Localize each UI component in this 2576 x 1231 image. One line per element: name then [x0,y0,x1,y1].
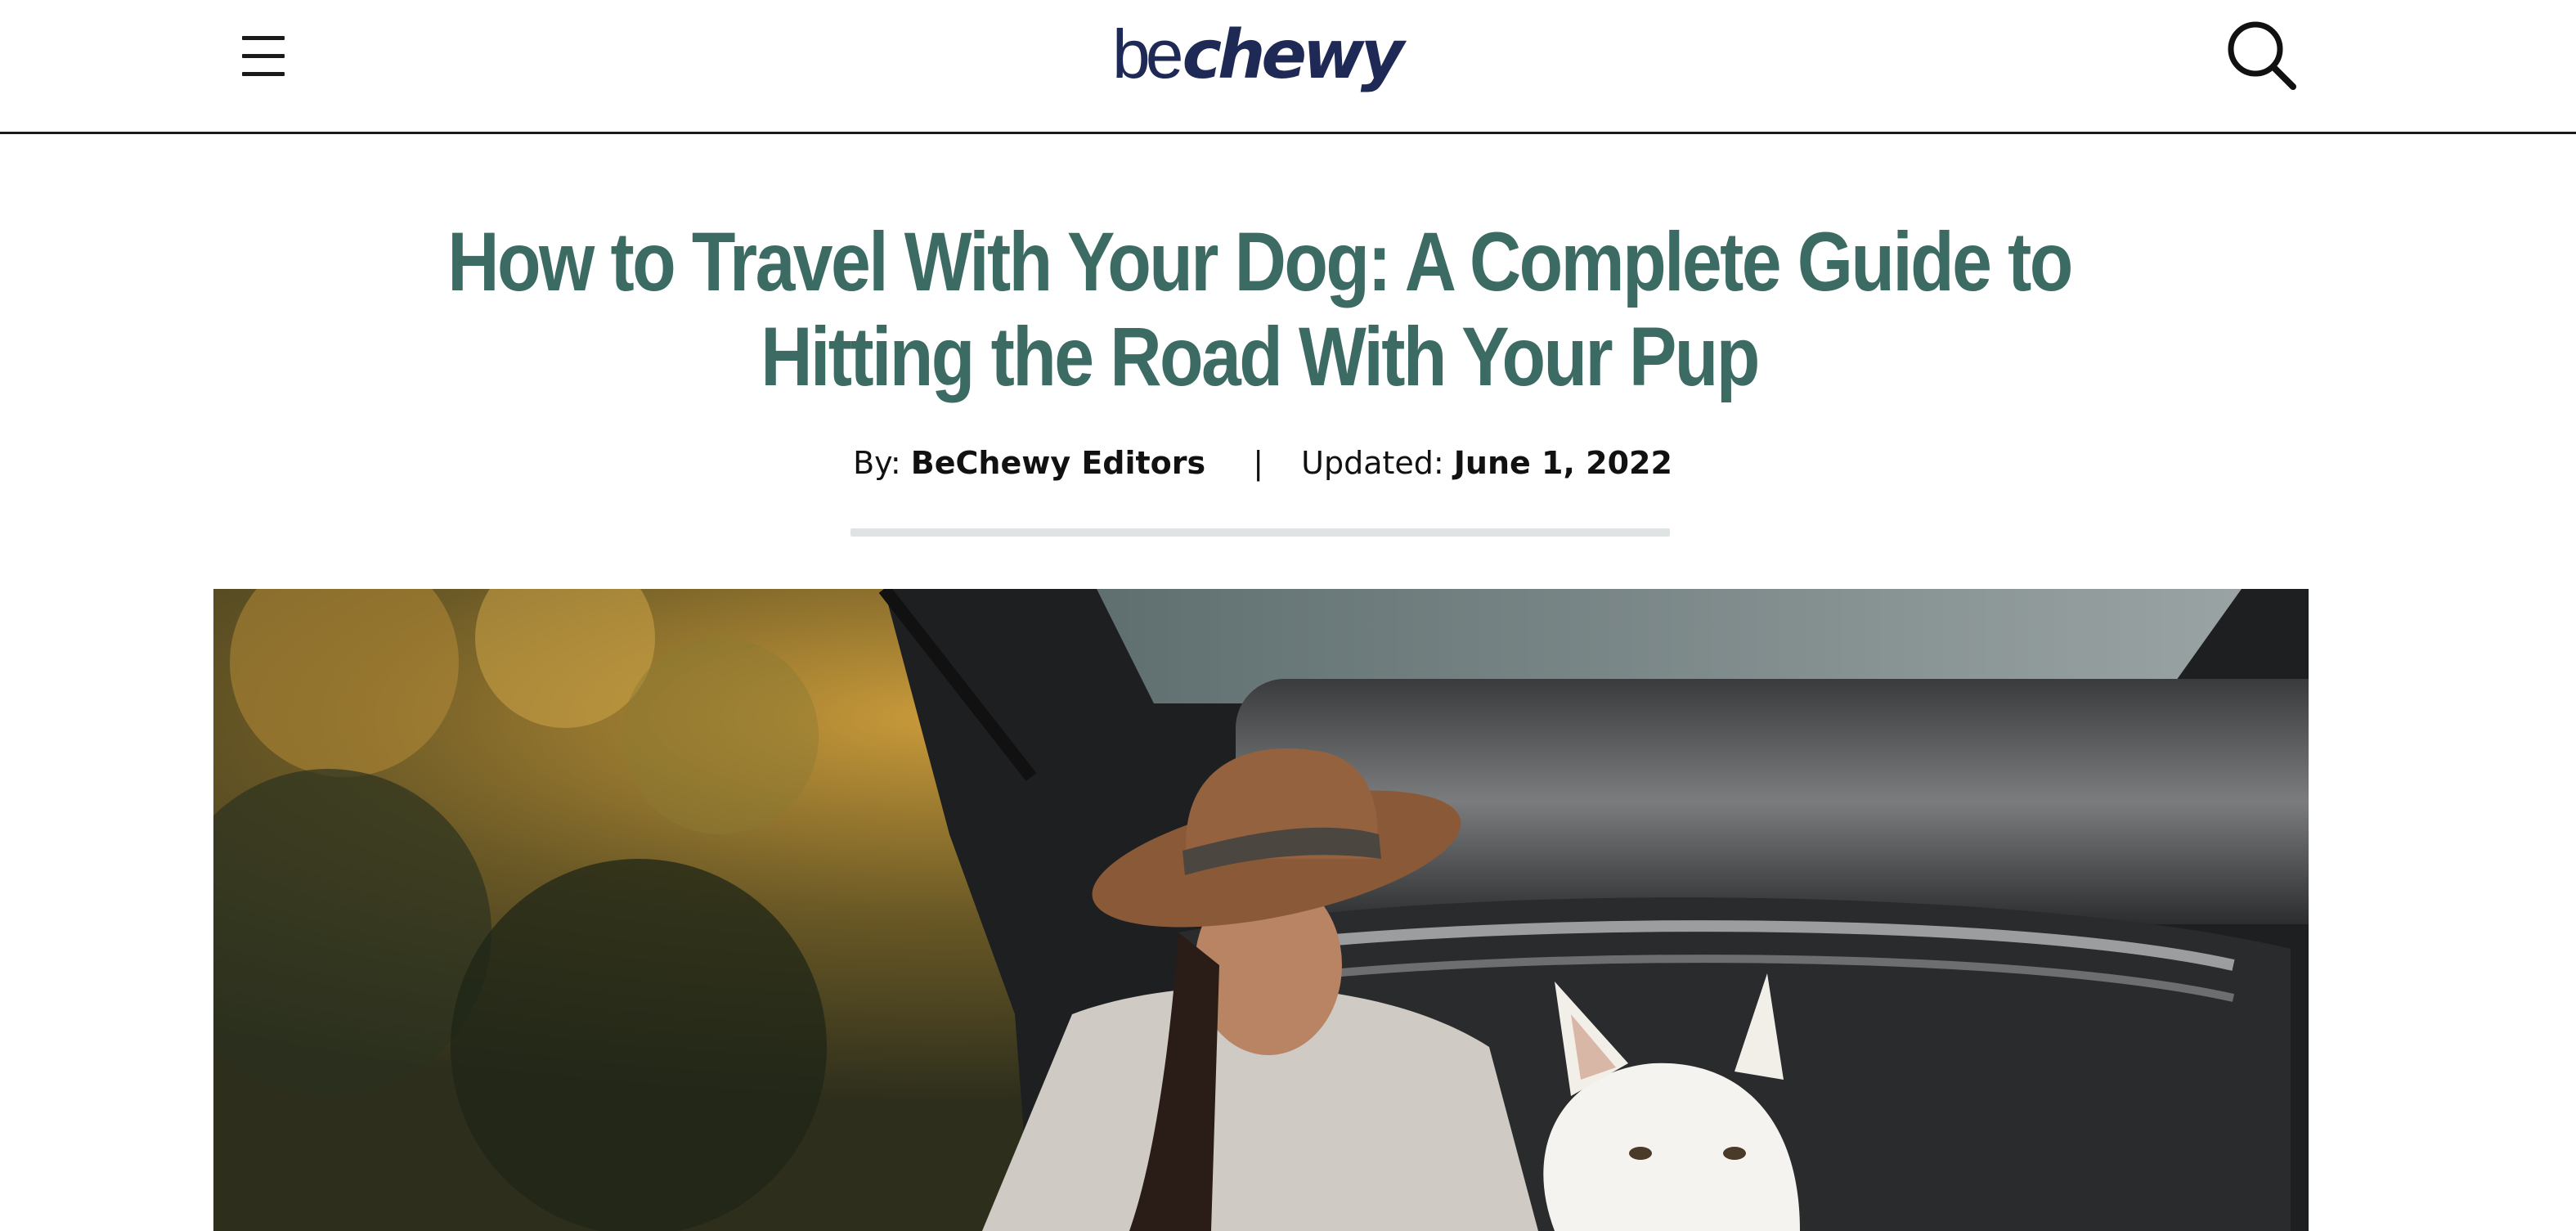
hero-image [213,589,2309,1231]
byline-separator: | [1253,445,1264,481]
bechewy-logo[interactable]: be chewy [1112,15,1404,97]
hamburger-menu-icon[interactable] [232,28,294,85]
byline-date: June 1, 2022 [1453,445,1672,481]
site-header: be chewy [0,0,2576,134]
logo-brand: chewy [1182,16,1404,94]
byline-by-label: By: [853,445,901,481]
byline-updated-label: Updated: [1301,445,1444,481]
search-icon[interactable] [2224,18,2300,93]
byline-author[interactable]: BeChewy Editors [911,445,1205,481]
article-title: How to Travel With Your Dog: A Complete … [447,215,2073,403]
title-divider [850,528,1670,537]
article-byline: By: BeChewy Editors | Updated: June 1, 2… [0,445,2525,481]
logo-prefix: be [1112,16,1183,92]
